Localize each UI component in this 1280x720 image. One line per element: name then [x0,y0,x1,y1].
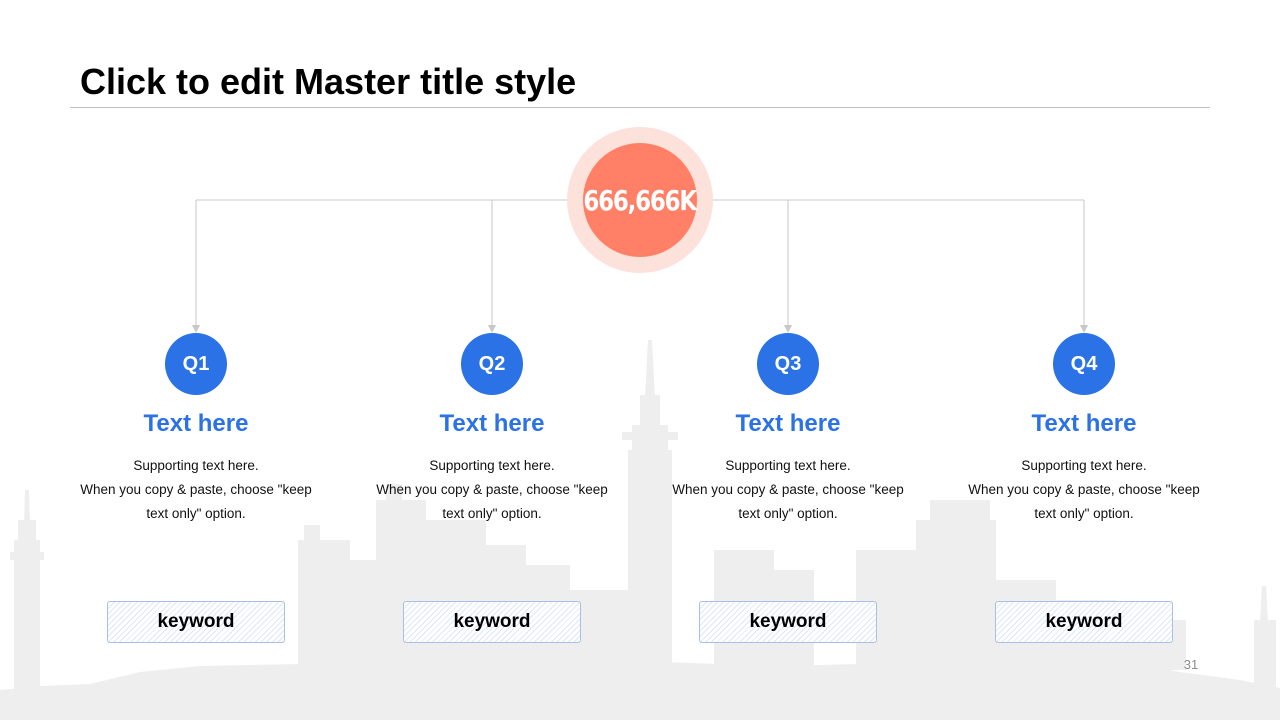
quarter-column-q2: Q2 Text here Supporting text here. When … [342,333,642,663]
title-divider [70,107,1210,108]
quarter-column-q3: Q3 Text here Supporting text here. When … [638,333,938,663]
quarter-badge[interactable]: Q2 [461,333,523,395]
column-body-text[interactable]: Supporting text here. When you copy & pa… [342,454,642,526]
body-line: text only" option. [442,506,542,521]
column-heading[interactable]: Text here [934,409,1234,439]
body-line: When you copy & paste, choose "keep [80,482,312,497]
keyword-box[interactable]: keyword [699,601,877,643]
page-number: 31 [1183,657,1199,672]
body-line: When you copy & paste, choose "keep [672,482,904,497]
quarter-badge[interactable]: Q1 [165,333,227,395]
column-body-text[interactable]: Supporting text here. When you copy & pa… [638,454,938,526]
keyword-box[interactable]: keyword [995,601,1173,643]
body-line: Supporting text here. [133,458,259,473]
slide-title[interactable]: Click to edit Master title style [80,60,576,104]
body-line: Supporting text here. [429,458,555,473]
quarter-badge[interactable]: Q4 [1053,333,1115,395]
quarter-badge[interactable]: Q3 [757,333,819,395]
body-line: When you copy & paste, choose "keep [376,482,608,497]
hub-value: 666,666K [583,183,698,217]
column-heading[interactable]: Text here [46,409,346,439]
column-heading[interactable]: Text here [638,409,938,439]
column-body-text[interactable]: Supporting text here. When you copy & pa… [934,454,1234,526]
keyword-box[interactable]: keyword [403,601,581,643]
body-line: text only" option. [146,506,246,521]
body-line: text only" option. [738,506,838,521]
body-line: Supporting text here. [1021,458,1147,473]
body-line: When you copy & paste, choose "keep [968,482,1200,497]
quarter-column-q4: Q4 Text here Supporting text here. When … [934,333,1234,663]
column-heading[interactable]: Text here [342,409,642,439]
body-line: Supporting text here. [725,458,851,473]
body-line: text only" option. [1034,506,1134,521]
hub-circle[interactable]: 666,666K [583,143,698,257]
keyword-box[interactable]: keyword [107,601,285,643]
quarter-column-q1: Q1 Text here Supporting text here. When … [46,333,346,663]
column-body-text[interactable]: Supporting text here. When you copy & pa… [46,454,346,526]
